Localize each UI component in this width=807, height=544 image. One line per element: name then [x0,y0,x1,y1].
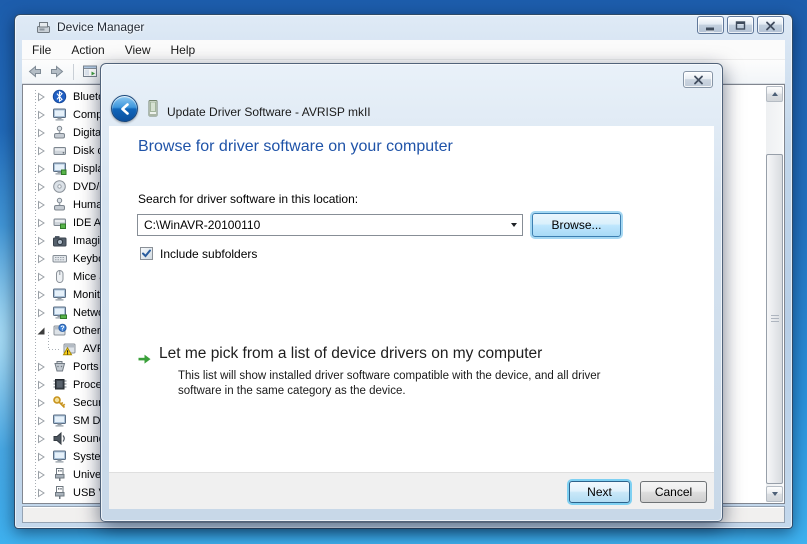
dialog-back-button[interactable] [111,95,138,122]
dialog-footer: Next Cancel [109,472,714,509]
expander-closed-icon[interactable] [37,92,46,102]
expander-closed-icon[interactable] [37,182,46,192]
computer-icon [52,413,68,428]
scroll-down-button[interactable] [766,486,783,502]
processor-icon [52,377,68,392]
back-toolbar-button[interactable] [24,62,45,82]
menu-item-help[interactable]: Help [161,41,206,59]
driver-wizard-icon [146,99,160,119]
window-title: Device Manager [57,20,144,34]
expander-closed-icon[interactable] [37,146,46,156]
desktop: Device Manager FileActionViewHelp Blueto… [0,0,807,544]
include-subfolders-label[interactable]: Include subfolders [160,247,257,261]
expander-closed-icon[interactable] [37,218,46,228]
dialog-title: Update Driver Software - AVRISP mkII [167,105,371,119]
gamepad-icon [52,125,68,140]
computer-icon [52,287,68,302]
update-driver-dialog: Update Driver Software - AVRISP mkII Bro… [100,63,723,522]
triangle-up-icon [772,92,778,96]
keyboard-icon [52,251,68,266]
scroll-up-button[interactable] [766,86,783,102]
let-me-pick-link[interactable]: Let me pick from a list of device driver… [159,345,542,363]
mouse-icon [52,269,68,284]
disc-icon [52,179,68,194]
green-arrow-icon [137,352,153,366]
gamepad-icon [52,197,68,212]
computer-icon [52,449,68,464]
driver-path-value: C:\WinAVR-20100110 [138,218,505,232]
dialog-close-button[interactable] [683,71,713,88]
maximize-button[interactable] [727,16,754,34]
combobox-dropdown-button[interactable] [505,215,522,235]
security-icon [52,395,68,410]
menubar: FileActionViewHelp [22,40,785,60]
caption-buttons [697,16,784,34]
device-manager-icon [36,20,51,35]
expander-closed-icon[interactable] [37,470,46,480]
forward-toolbar-button[interactable] [47,62,68,82]
chevron-down-icon [511,223,517,227]
dialog-content: Browse for driver software on your compu… [109,126,714,472]
menu-item-view[interactable]: View [115,41,161,59]
imaging-icon [52,233,68,248]
scrollbar-thumb[interactable] [766,154,783,484]
expander-closed-icon[interactable] [37,128,46,138]
svg-text:?: ? [60,325,64,332]
expander-closed-icon[interactable] [37,434,46,444]
expander-closed-icon[interactable] [37,200,46,210]
expander-closed-icon[interactable] [37,380,46,390]
display-icon [52,161,68,176]
expander-closed-icon[interactable] [37,308,46,318]
ide-icon [52,215,68,230]
expander-closed-icon[interactable] [37,290,46,300]
console-tree-button[interactable] [79,62,100,82]
expander-closed-icon[interactable] [37,272,46,282]
expander-closed-icon[interactable] [37,164,46,174]
next-button[interactable]: Next [569,481,630,503]
warning-device-icon [62,341,78,356]
let-me-pick-description: This list will show installed driver sof… [178,369,708,399]
expander-closed-icon[interactable] [37,416,46,426]
expander-closed-icon[interactable] [37,398,46,408]
titlebar[interactable]: Device Manager [15,15,792,40]
menu-item-file[interactable]: File [22,41,61,59]
vertical-scrollbar[interactable] [766,86,783,502]
ports-icon [52,359,68,374]
triangle-down-icon [772,492,778,496]
driver-path-combobox[interactable]: C:\WinAVR-20100110 [137,214,523,236]
unknown-device-icon: ? [52,323,68,338]
expander-closed-icon[interactable] [37,452,46,462]
browse-button[interactable]: Browse... [532,213,621,237]
dialog-heading: Browse for driver software on your compu… [138,138,453,156]
include-subfolders-checkbox[interactable] [140,247,153,260]
search-location-label: Search for driver software in this locat… [138,192,358,206]
network-icon [52,305,68,320]
disk-icon [52,143,68,158]
expander-closed-icon[interactable] [37,362,46,372]
minimize-button[interactable] [697,16,724,34]
sound-icon [52,431,68,446]
menu-item-action[interactable]: Action [61,41,114,59]
computer-icon [52,107,68,122]
cancel-button[interactable]: Cancel [640,481,707,503]
toolbar-separator [73,64,74,80]
usb-icon [52,485,68,500]
bluetooth-icon [52,89,68,104]
expander-closed-icon[interactable] [37,236,46,246]
expander-closed-icon[interactable] [37,488,46,498]
usb-icon [52,467,68,482]
expander-closed-icon[interactable] [37,254,46,264]
expander-closed-icon[interactable] [37,110,46,120]
close-button[interactable] [757,16,784,34]
expander-open-icon[interactable] [37,326,46,336]
